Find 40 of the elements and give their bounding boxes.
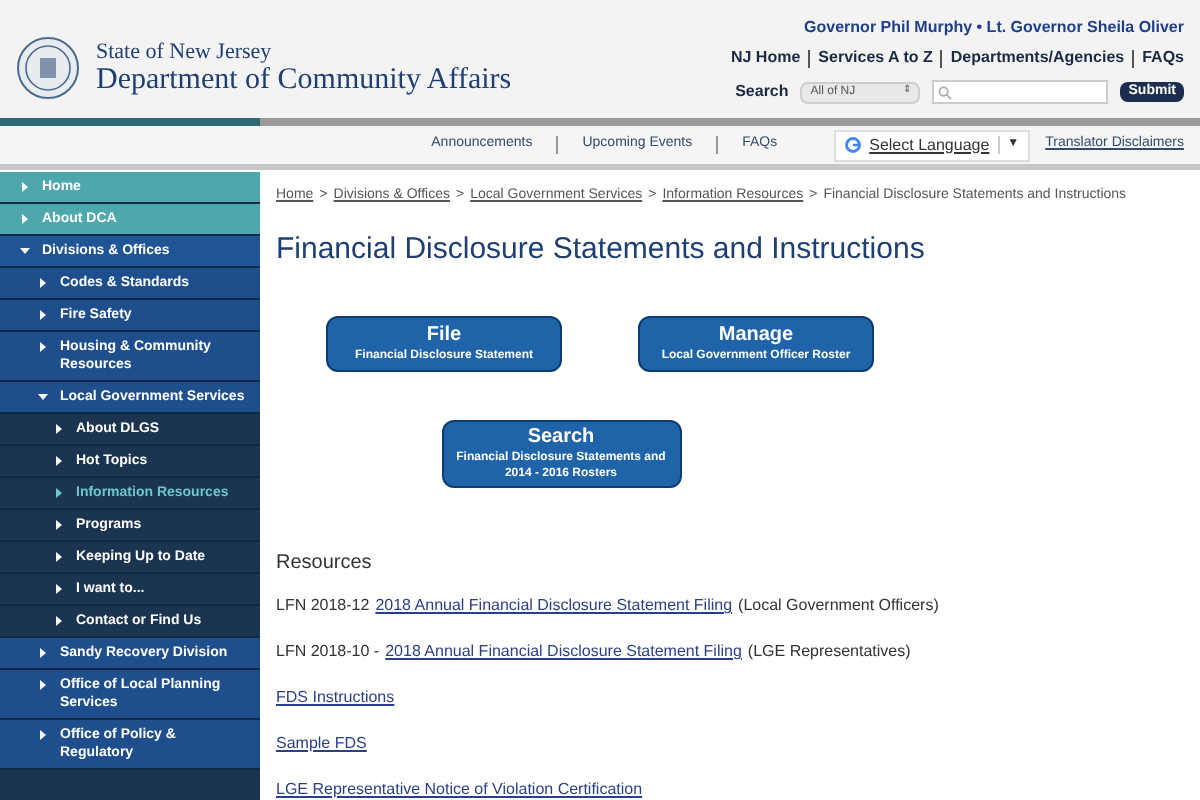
resource-link[interactable]: 2018 Annual Financial Disclosure Statement Filing [375,594,733,618]
resource-label: LFN 2018-12 [276,594,370,618]
resources-heading: Resources [276,550,374,578]
triangle-icon [54,584,64,594]
triangle-icon [20,182,30,192]
triangle-icon [20,246,30,256]
triangle-icon [54,616,64,626]
triangle-icon [54,424,64,434]
seal-icon [16,36,80,100]
triangle-icon [20,214,30,224]
resource-note: (LGE Representatives) [747,640,911,664]
triangle-icon [54,488,64,498]
triangle-icon [38,392,48,402]
resource-link[interactable]: 2018 Annual Financial Disclosure Statement Filing [385,640,742,664]
resource-note: (Local Government Officers) [738,594,939,618]
triangle-icon [38,342,48,352]
search-field[interactable] [932,80,1109,104]
triangle-icon [38,648,48,658]
top-link[interactable]: NJ Home [730,46,801,70]
triangle-icon [38,680,48,690]
triangle-icon [38,310,48,320]
triangle-icon [38,278,48,288]
top-link[interactable]: Services A to Z [818,46,933,70]
state-name: State of New Jersey [96,39,274,63]
page-title: Financial Disclosure Statements and Instructions [276,229,927,269]
triangle-icon [54,520,64,530]
triangle-icon [54,456,64,466]
google-icon [843,136,862,154]
resource-label: LFN 2018-10 - [276,640,380,664]
resource-link[interactable]: Sample FDS [276,732,367,756]
resource-link[interactable]: FDS Instructions [276,686,395,710]
resource-link[interactable]: LGE Representative Notice of Violation Certification [276,778,643,800]
officials-text: Governor Phil Murphy • Lt. Governor Sheila Oliver [804,16,1184,40]
triangle-icon [54,552,64,562]
triangle-icon [38,730,48,740]
top-link[interactable]: Departments/Agencies [950,46,1125,70]
search-icon [938,85,953,99]
top-link[interactable]: FAQs [1142,46,1184,70]
department-name: Department of Community Affairs [96,63,512,97]
search-label: Search [735,80,789,104]
